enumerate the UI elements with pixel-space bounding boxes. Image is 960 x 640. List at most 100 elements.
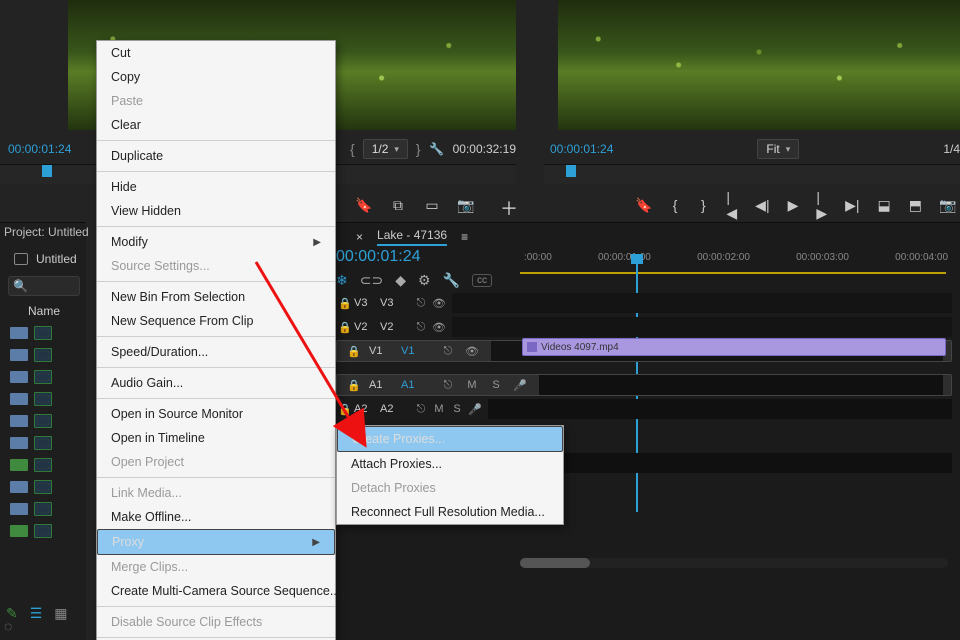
menu-item-cut[interactable]: Cut bbox=[97, 41, 335, 65]
timeline-timecode[interactable]: 00:00:01:24 bbox=[336, 248, 421, 266]
settings-icon[interactable]: ⚙ bbox=[418, 272, 431, 289]
project-search[interactable]: 🔍 bbox=[8, 276, 80, 296]
program-fit-select[interactable]: Fit▾ bbox=[757, 139, 799, 159]
clip-row[interactable] bbox=[10, 498, 80, 520]
menu-item-speed-duration[interactable]: Speed/Duration... bbox=[97, 340, 335, 364]
sync-icon[interactable]: ⎋ bbox=[412, 297, 430, 310]
extract-icon[interactable]: ⬒ bbox=[909, 197, 922, 213]
list-view-icon[interactable]: ☰ bbox=[30, 605, 43, 622]
source-playhead-marker[interactable] bbox=[42, 165, 52, 177]
sync-icon[interactable]: ⎋ bbox=[412, 321, 430, 334]
mark-in-icon[interactable]: { bbox=[670, 197, 680, 213]
program-preview[interactable] bbox=[558, 0, 960, 130]
overwrite-icon[interactable]: ▭ bbox=[424, 197, 440, 213]
clip-row[interactable] bbox=[10, 454, 80, 476]
lock-icon[interactable]: 🔒 bbox=[336, 403, 354, 416]
timeline-tab-prev[interactable]: × bbox=[356, 230, 363, 244]
menu-item-audio-gain[interactable]: Audio Gain... bbox=[97, 371, 335, 395]
menu-item-clear[interactable]: Clear bbox=[97, 113, 335, 137]
menu-item-new-sequence-from-clip[interactable]: New Sequence From Clip bbox=[97, 309, 335, 333]
submenu-item-create-proxies[interactable]: Create Proxies... bbox=[337, 426, 563, 452]
menu-item-copy[interactable]: Copy bbox=[97, 65, 335, 89]
program-playhead-marker[interactable] bbox=[566, 165, 576, 177]
mark-out-icon[interactable]: } bbox=[698, 197, 708, 213]
menu-item-hide[interactable]: Hide bbox=[97, 175, 335, 199]
eye-icon[interactable]: 👁 bbox=[430, 297, 448, 310]
sync-icon[interactable]: ⎋ bbox=[439, 345, 457, 358]
wrench2-icon[interactable]: 🔧 bbox=[443, 272, 460, 289]
track-target[interactable]: A2 bbox=[380, 403, 406, 415]
track-target[interactable]: A1 bbox=[401, 379, 427, 391]
track-well[interactable] bbox=[488, 399, 952, 419]
mic-icon[interactable]: 🎤 bbox=[511, 379, 529, 392]
goto-in-icon[interactable]: |◀ bbox=[726, 197, 737, 213]
menu-item-proxy[interactable]: Proxy▶ bbox=[97, 529, 335, 555]
clip-row[interactable] bbox=[10, 476, 80, 498]
context-menu[interactable]: CutCopyPasteClearDuplicateHideView Hidde… bbox=[96, 40, 336, 640]
program-ruler[interactable] bbox=[544, 164, 960, 184]
menu-item-make-offline[interactable]: Make Offline... bbox=[97, 505, 335, 529]
lock-icon[interactable]: 🔒 bbox=[336, 321, 354, 334]
clip-row[interactable] bbox=[10, 322, 80, 344]
mute-button[interactable]: M bbox=[430, 403, 448, 415]
project-bin-row[interactable]: Untitled bbox=[14, 252, 77, 266]
mic-icon[interactable]: 🎤 bbox=[466, 403, 484, 416]
step-fwd-icon[interactable]: |▶ bbox=[816, 197, 827, 213]
clip-row[interactable] bbox=[10, 388, 80, 410]
sync-icon[interactable]: ⎋ bbox=[412, 403, 430, 416]
track-v2[interactable]: 🔒V2V2⎋👁 bbox=[336, 316, 952, 338]
track-target[interactable]: V1 bbox=[401, 345, 427, 357]
clip-row[interactable] bbox=[10, 366, 80, 388]
timeline-clip[interactable]: Videos 4097.mp4 bbox=[522, 338, 946, 356]
track-well[interactable] bbox=[452, 317, 952, 337]
submenu-item-attach-proxies[interactable]: Attach Proxies... bbox=[337, 452, 563, 476]
insert-icon[interactable]: ⧉ bbox=[390, 197, 406, 213]
creative-cloud-icon[interactable]: ◌ bbox=[4, 618, 24, 638]
track-a1[interactable]: 🔒A1A1⎋MS🎤 bbox=[336, 374, 952, 396]
clip-row[interactable] bbox=[10, 520, 80, 542]
project-column-name[interactable]: Name bbox=[28, 304, 60, 318]
program-timecode[interactable]: 00:00:01:24 bbox=[550, 142, 613, 156]
cc-toggle[interactable]: cc bbox=[472, 274, 492, 287]
snap-icon[interactable]: ❄ bbox=[336, 272, 348, 289]
menu-item-duplicate[interactable]: Duplicate bbox=[97, 144, 335, 168]
menu-item-modify[interactable]: Modify▶ bbox=[97, 230, 335, 254]
mute-button[interactable]: M bbox=[463, 379, 481, 391]
add-marker-icon[interactable]: 🔖 bbox=[636, 197, 652, 213]
solo-button[interactable]: S bbox=[448, 403, 466, 415]
play-icon[interactable]: ▶ bbox=[788, 197, 799, 213]
timeline-work-area[interactable] bbox=[520, 272, 946, 274]
clip-row[interactable] bbox=[10, 344, 80, 366]
add-button-icon[interactable]: ＋ bbox=[500, 195, 518, 221]
wrench-icon[interactable]: 🔧 bbox=[429, 142, 445, 156]
lock-icon[interactable]: 🔒 bbox=[345, 379, 363, 392]
track-well[interactable] bbox=[539, 375, 943, 395]
project-tab[interactable]: Project: Untitled bbox=[4, 225, 89, 239]
grid-view-icon[interactable]: ▦ bbox=[54, 605, 67, 622]
timeline-tab-menu-icon[interactable]: ≡ bbox=[461, 230, 468, 244]
menu-item-open-in-source-monitor[interactable]: Open in Source Monitor bbox=[97, 402, 335, 426]
timeline-hscroll-thumb[interactable] bbox=[520, 558, 590, 568]
timeline-hscroll[interactable] bbox=[520, 558, 948, 568]
source-timecode[interactable]: 00:00:01:24 bbox=[8, 142, 71, 156]
proxy-submenu[interactable]: Create Proxies...Attach Proxies...Detach… bbox=[336, 425, 564, 525]
export-frame-icon[interactable]: 📷 bbox=[458, 197, 474, 213]
timeline-ruler[interactable]: :00:0000:00:01:0000:00:02:0000:00:03:000… bbox=[520, 252, 952, 272]
timeline-tab-active[interactable]: Lake - 47136 bbox=[377, 228, 447, 246]
menu-item-view-hidden[interactable]: View Hidden bbox=[97, 199, 335, 223]
lock-icon[interactable]: 🔒 bbox=[345, 345, 363, 358]
track-target[interactable]: V3 bbox=[380, 297, 406, 309]
marker-icon[interactable]: 🔖 bbox=[356, 197, 372, 213]
goto-out-icon[interactable]: ▶| bbox=[845, 197, 859, 213]
sync-icon[interactable]: ⎋ bbox=[439, 379, 457, 392]
playhead-head-icon[interactable] bbox=[631, 254, 643, 264]
clip-row[interactable] bbox=[10, 410, 80, 432]
menu-item-new-bin-from-selection[interactable]: New Bin From Selection bbox=[97, 285, 335, 309]
export-frame2-icon[interactable]: 📷 bbox=[940, 197, 956, 213]
track-v3[interactable]: 🔒V3V3⎋👁 bbox=[336, 292, 952, 314]
clip-row[interactable] bbox=[10, 432, 80, 454]
source-zoom-select[interactable]: 1/2▾ bbox=[363, 139, 408, 159]
track-target[interactable]: V2 bbox=[380, 321, 406, 333]
track-a2[interactable]: 🔒A2A2⎋MS🎤 bbox=[336, 398, 952, 420]
link-icon[interactable]: ⊂⊃ bbox=[360, 272, 383, 289]
